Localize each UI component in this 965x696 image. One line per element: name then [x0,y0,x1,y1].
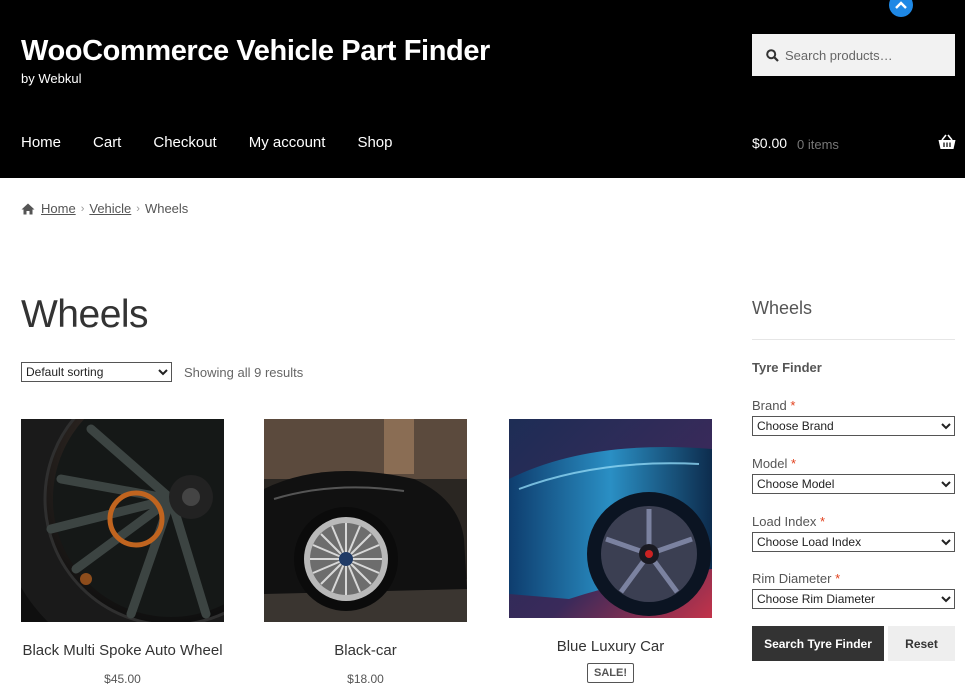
sidebar-title: Wheels [752,298,813,318]
search-box [752,34,955,76]
cart-count[interactable]: 0 items [797,137,839,152]
product-image[interactable] [21,419,224,622]
result-count: Showing all 9 results [184,365,304,380]
site-header: WooCommerce Vehicle Part Finder by Webku… [0,0,965,178]
page-title: Wheels [21,293,149,336]
brand-select[interactable]: Choose Brand [752,416,955,436]
product-name[interactable]: Blue Luxury Car [509,638,712,655]
product-price: $45.00 [104,672,141,686]
rim-diameter-select[interactable]: Choose Rim Diameter [752,589,955,609]
product-name[interactable]: Black Multi Spoke Auto Wheel [21,642,224,659]
reset-button[interactable]: Reset [888,626,955,661]
breadcrumb: Home › Vehicle › Wheels [21,201,188,216]
required-marker: * [791,456,797,471]
cart-total[interactable]: $0.00 [752,135,787,151]
search-input[interactable] [785,47,945,63]
load-index-select[interactable]: Choose Load Index [752,532,955,552]
load-index-label: Load Index * [752,514,825,529]
site-title[interactable]: WooCommerce Vehicle Part Finder [21,35,490,68]
field-label-text: Brand [752,398,787,413]
field-label-text: Model [752,456,788,471]
product-name[interactable]: Black-car [264,642,467,659]
nav-home[interactable]: Home [21,134,61,151]
sort-select[interactable]: Default sorting [21,362,172,382]
product-card: Black Multi Spoke Auto Wheel $45.00 [21,419,224,686]
breadcrumb-vehicle[interactable]: Vehicle [89,201,131,216]
product-image[interactable] [509,419,712,618]
nav-cart[interactable]: Cart [93,134,121,151]
field-label-text: Rim Diameter [752,571,832,586]
primary-nav: Home Cart Checkout My account Shop [21,134,424,151]
product-card: Black-car $18.00 [264,419,467,686]
model-select[interactable]: Choose Model [752,474,955,494]
model-label: Model * [752,456,796,471]
search-tyre-finder-button[interactable]: Search Tyre Finder [752,626,884,661]
field-label-text: Load Index [752,514,817,529]
product-card: Blue Luxury Car SALE! [509,419,712,683]
breadcrumb-current: Wheels [144,201,189,216]
brand-label: Brand * [752,398,795,413]
basket-icon[interactable] [938,134,956,150]
nav-my-account[interactable]: My account [249,134,326,151]
site-tagline: by Webkul [21,71,82,86]
product-price: $18.00 [347,672,384,686]
sale-badge: SALE! [587,663,634,683]
required-marker: * [790,398,796,413]
required-marker: * [835,571,841,586]
breadcrumb-home[interactable]: Home [41,201,76,216]
nav-shop[interactable]: Shop [357,134,392,151]
nav-checkout[interactable]: Checkout [153,134,216,151]
divider [752,339,955,340]
chevron-up-icon[interactable] [889,0,913,17]
breadcrumb-separator: › [80,202,85,215]
home-icon [21,203,35,214]
rim-diameter-label: Rim Diameter * [752,571,840,586]
breadcrumb-separator: › [136,202,140,215]
required-marker: * [819,514,826,529]
product-image[interactable] [264,419,467,622]
search-icon [766,48,779,62]
tyre-finder-title: Tyre Finder [752,360,822,375]
